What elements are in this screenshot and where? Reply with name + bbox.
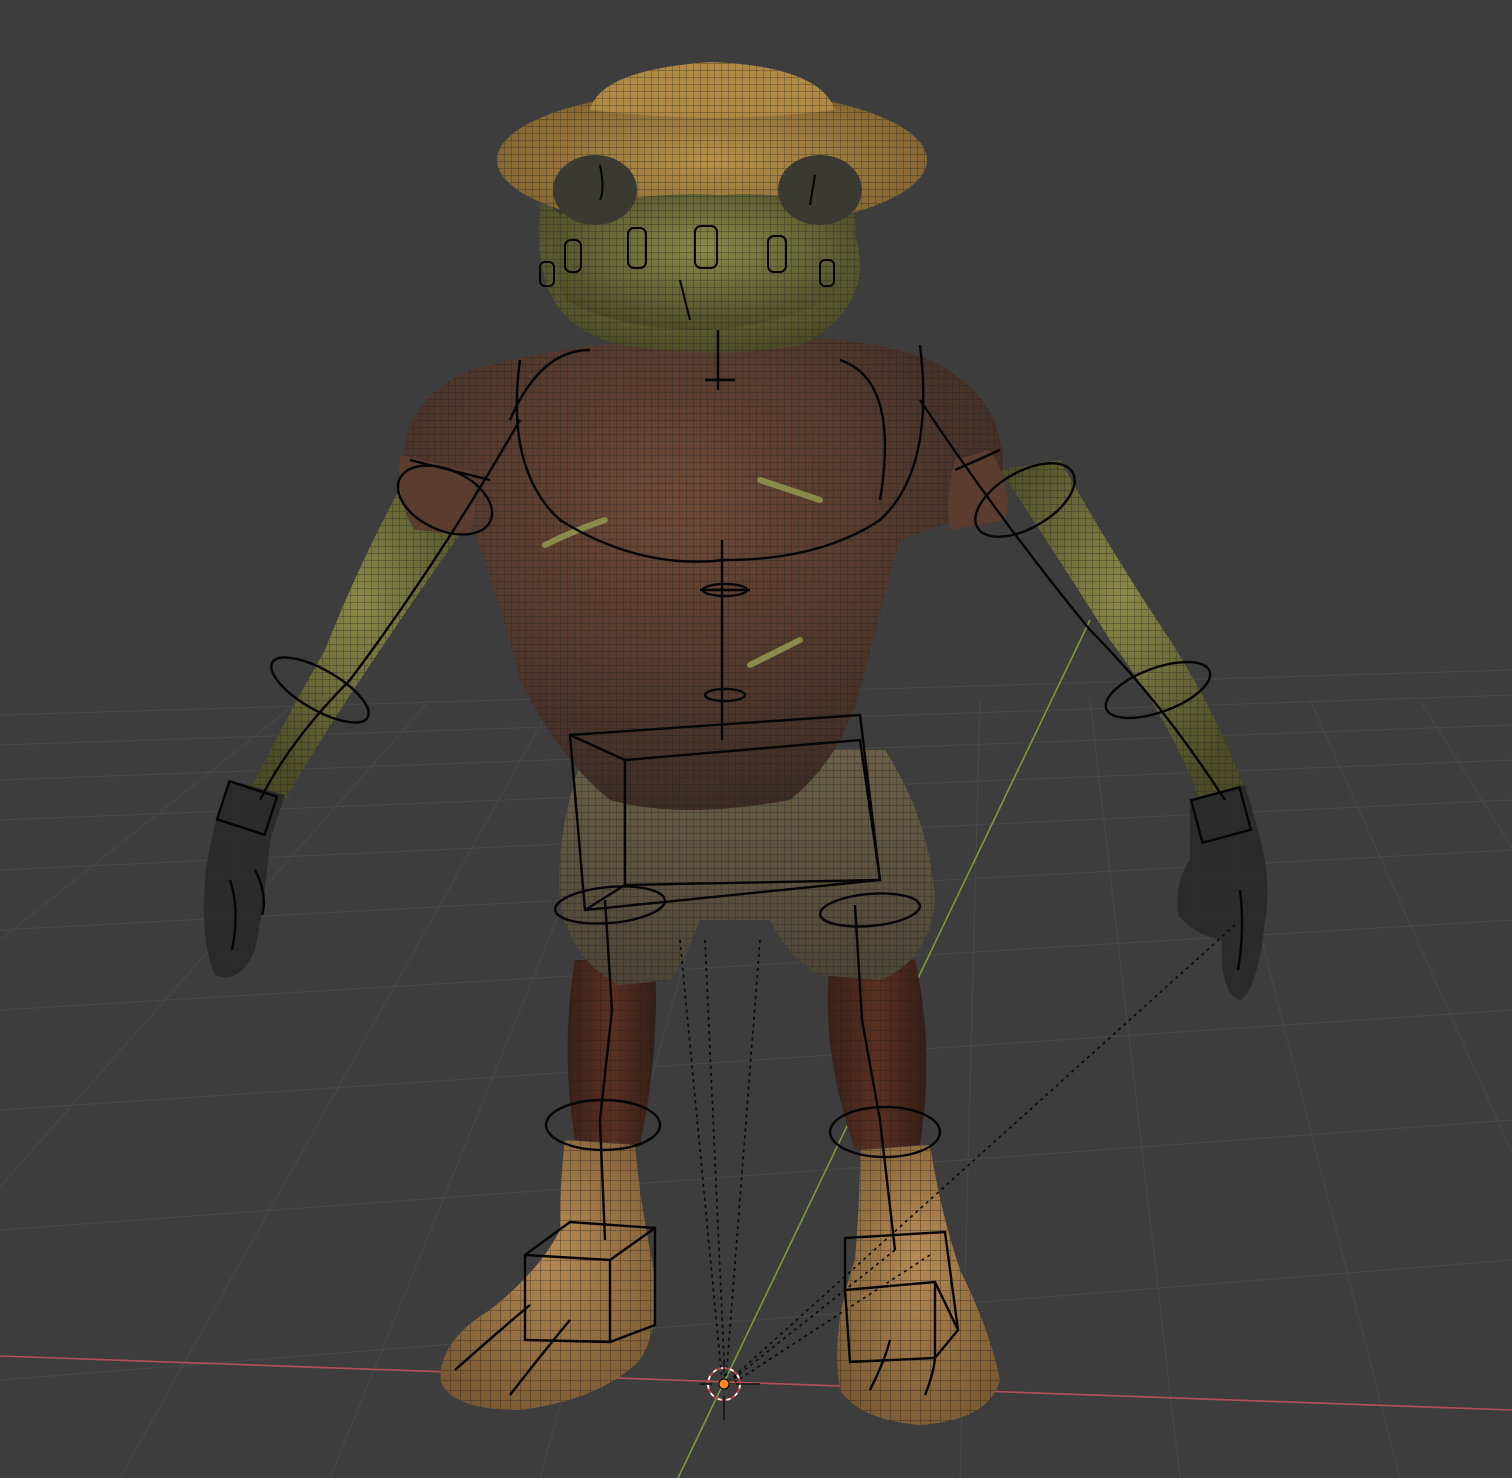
frog-character-mesh[interactable] (203, 62, 1268, 1425)
x-axis-line (0, 1355, 1512, 1411)
torso-wire (403, 337, 1003, 810)
hat-crown-wire (590, 62, 835, 118)
right-arm-wire (1000, 460, 1245, 800)
left-eye-front (553, 155, 637, 225)
object-origin-icon[interactable] (718, 1378, 730, 1390)
3d-viewport[interactable] (0, 0, 1512, 1478)
right-glove-wire (1177, 785, 1268, 1000)
right-boot-wire (837, 1145, 1000, 1425)
left-boot-wire (440, 1140, 656, 1410)
right-leg-wire (827, 960, 927, 1150)
right-eye-front (778, 155, 862, 225)
